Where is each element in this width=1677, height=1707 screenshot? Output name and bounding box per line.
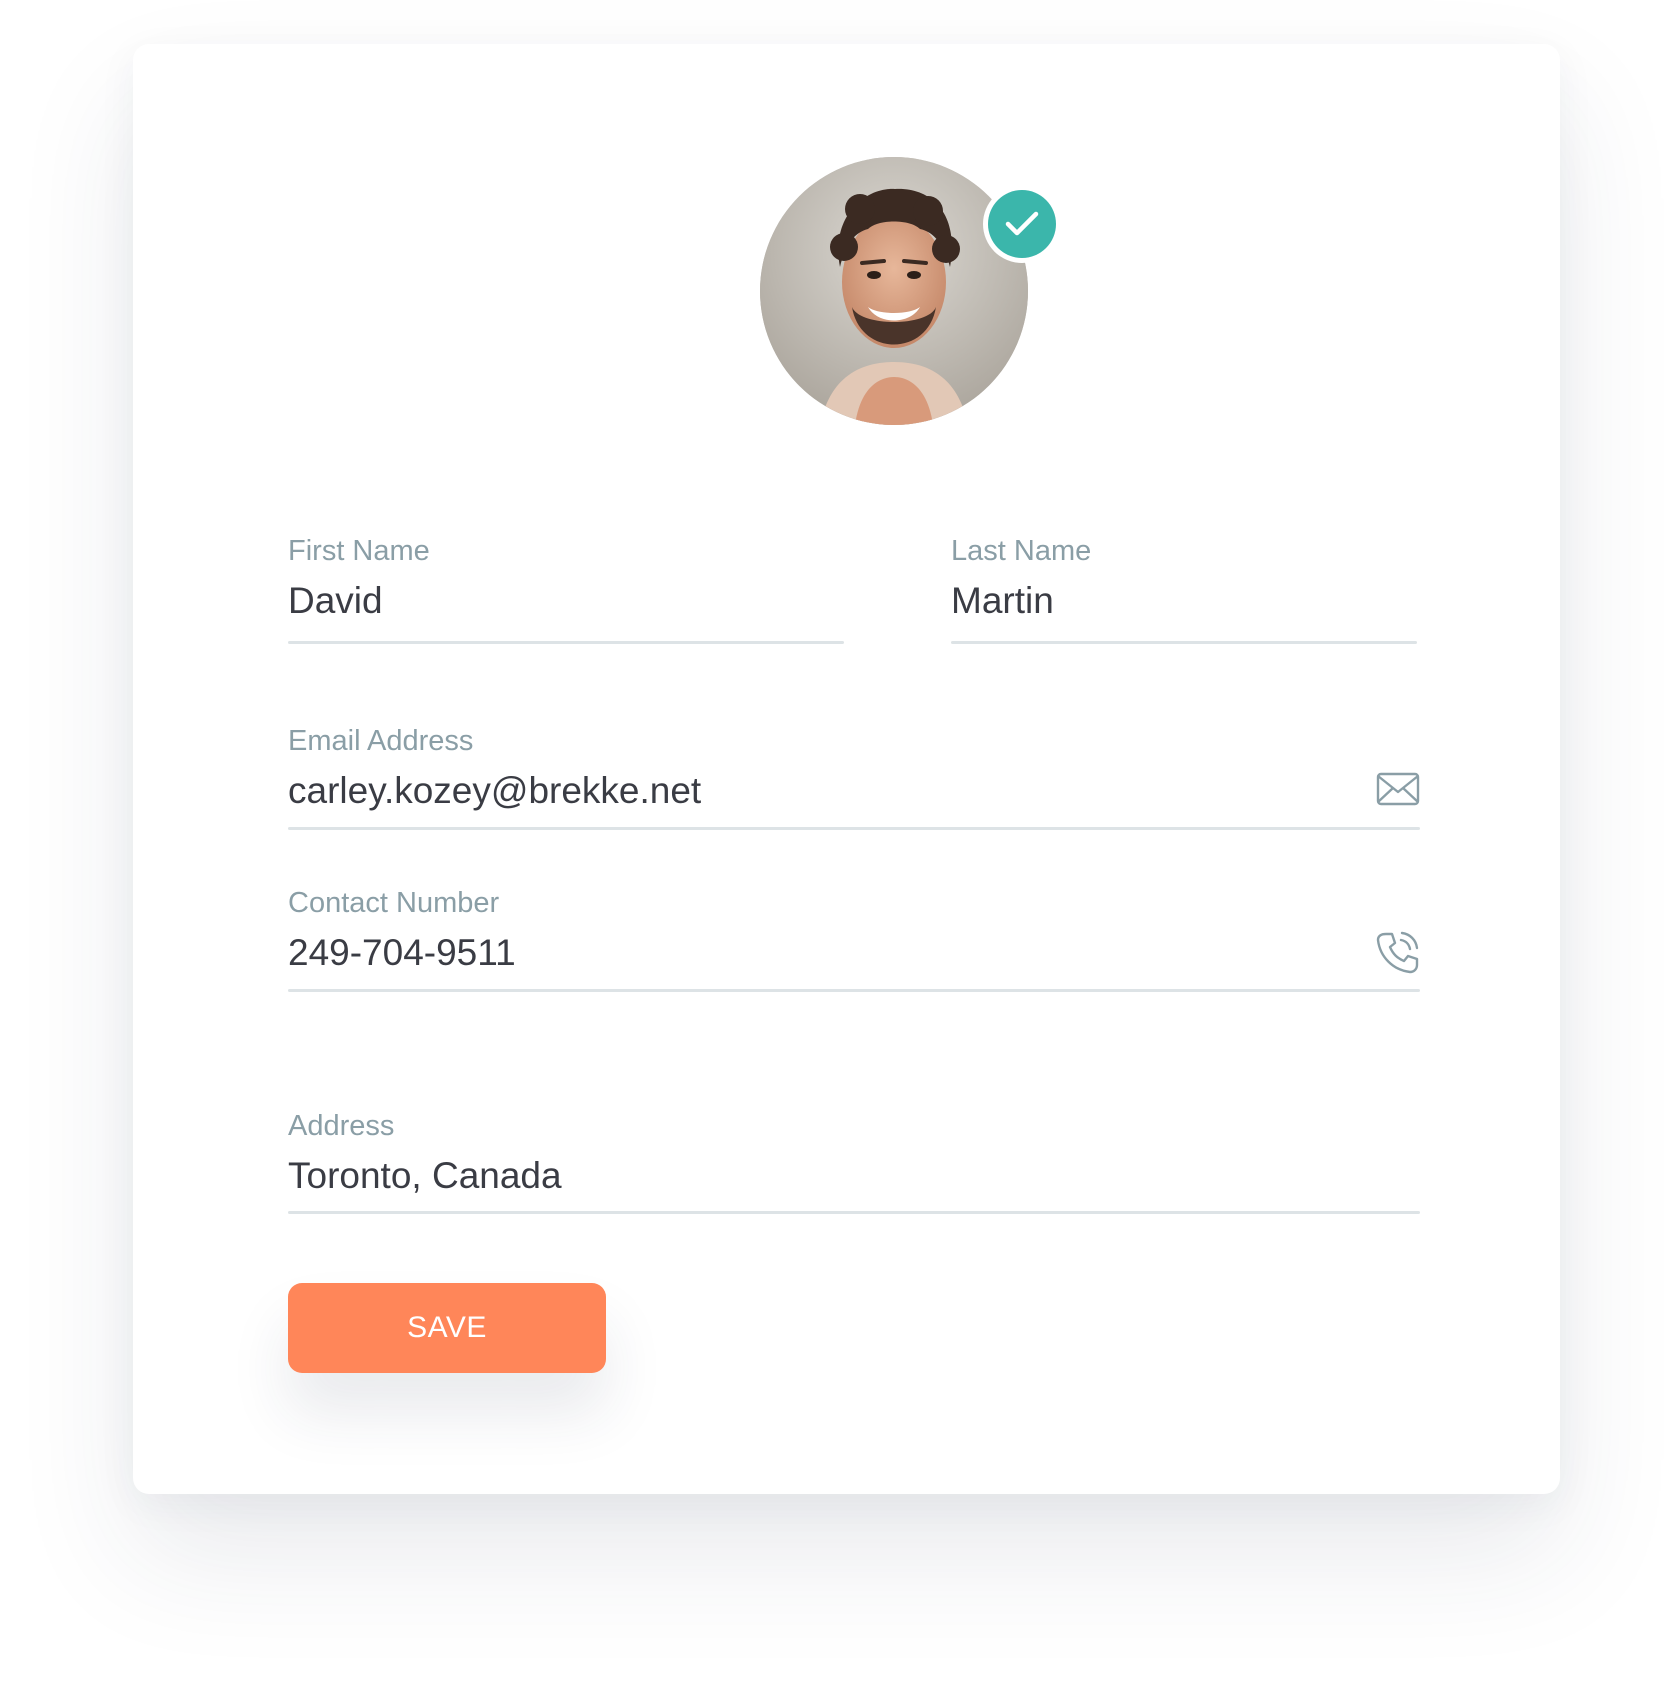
contact-number-input[interactable]: 249-704-9511 bbox=[288, 932, 1420, 974]
email-underline bbox=[288, 827, 1420, 830]
mail-icon bbox=[1376, 772, 1420, 811]
avatar-container bbox=[760, 157, 1061, 425]
first-name-label: First Name bbox=[288, 535, 430, 567]
address-label: Address bbox=[288, 1110, 395, 1142]
first-name-underline bbox=[288, 641, 844, 644]
check-icon bbox=[1005, 211, 1039, 236]
contact-number-field[interactable]: Contact Number 249-704-9511 bbox=[288, 886, 1420, 996]
contact-number-label: Contact Number bbox=[288, 887, 500, 919]
profile-card: First Name David Last Name Martin Email … bbox=[133, 44, 1560, 1494]
avatar-photo bbox=[760, 157, 1028, 425]
last-name-underline bbox=[951, 641, 1417, 644]
verified-badge bbox=[983, 185, 1061, 263]
email-label: Email Address bbox=[288, 725, 474, 757]
save-button[interactable]: SAVE bbox=[288, 1283, 606, 1373]
phone-icon bbox=[1376, 930, 1420, 979]
contact-number-underline bbox=[288, 989, 1420, 992]
email-input[interactable]: carley.kozey@brekke.net bbox=[288, 770, 1420, 812]
first-name-input[interactable]: David bbox=[288, 580, 844, 622]
last-name-label: Last Name bbox=[951, 535, 1092, 567]
last-name-field[interactable]: Last Name Martin bbox=[951, 534, 1417, 644]
avatar[interactable] bbox=[760, 157, 1028, 425]
address-field[interactable]: Address Toronto, Canada bbox=[288, 1109, 1420, 1219]
address-input[interactable]: Toronto, Canada bbox=[288, 1155, 1420, 1197]
verified-dot bbox=[988, 190, 1056, 258]
address-underline bbox=[288, 1211, 1420, 1214]
email-field[interactable]: Email Address carley.kozey@brekke.net bbox=[288, 724, 1420, 834]
last-name-input[interactable]: Martin bbox=[951, 580, 1417, 622]
first-name-field[interactable]: First Name David bbox=[288, 534, 844, 644]
